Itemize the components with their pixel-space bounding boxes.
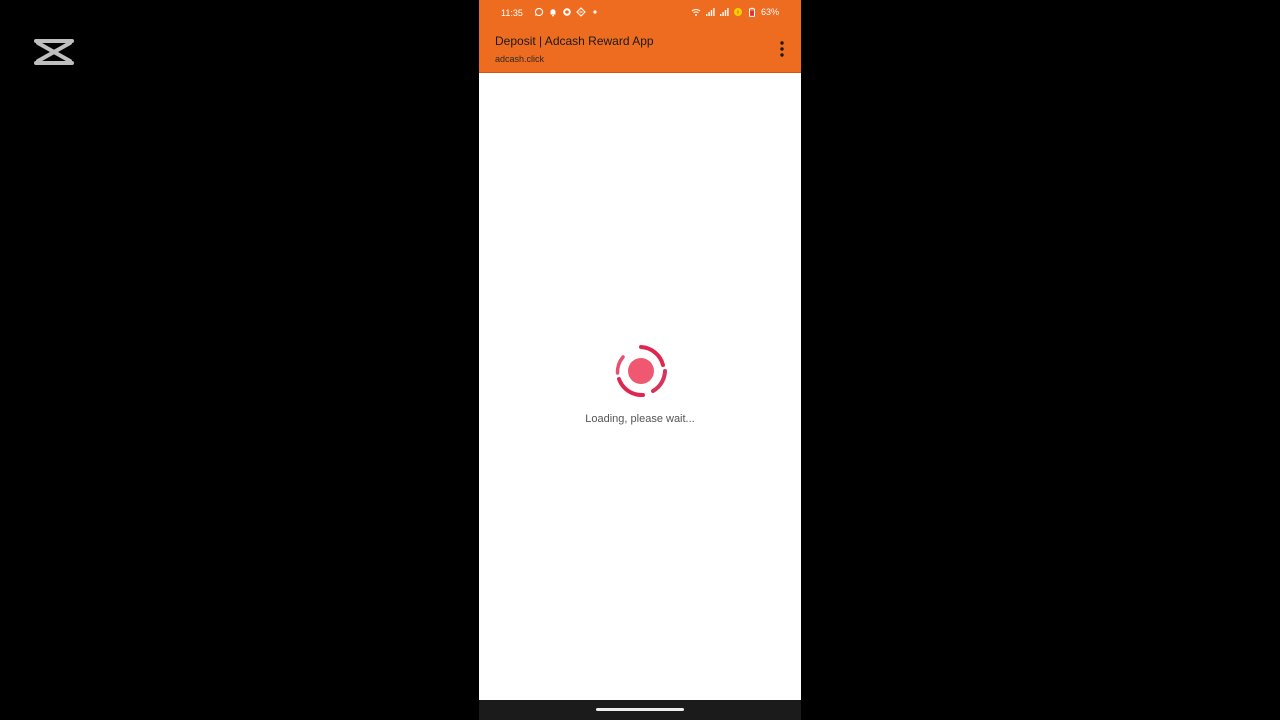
notification-icons (534, 7, 600, 17)
home-handle[interactable] (596, 708, 684, 711)
whatsapp-icon (534, 7, 544, 17)
battery-percent: 63% (760, 7, 779, 17)
signal-icon-2 (719, 8, 729, 16)
browser-toolbar: Deposit | Adcash Reward App adcash.click (479, 26, 801, 73)
dot-icon (593, 10, 597, 14)
circle-app-icon (563, 8, 571, 16)
gesture-nav-bar (479, 700, 801, 720)
loading-text: Loading, please wait... (585, 413, 695, 425)
web-content: Loading, please wait... (479, 73, 801, 700)
page-title: Deposit | Adcash Reward App (495, 34, 654, 48)
loading-spinner-icon (615, 345, 667, 398)
bell-icon (550, 9, 556, 17)
signal-icon (705, 8, 715, 16)
capcut-logo-icon (34, 39, 74, 65)
wifi-icon (691, 9, 701, 16)
more-vert-icon[interactable] (775, 38, 789, 60)
diamond-app-icon (576, 7, 586, 17)
battery-saver-icon (733, 8, 742, 16)
status-bar: 11:35 63% (479, 0, 801, 26)
page-url[interactable]: adcash.click (495, 54, 544, 64)
system-status-icons: 63% (691, 7, 779, 17)
battery-icon (748, 7, 755, 17)
phone-screen: 11:35 63% Deposit | Adcash Reward App ad… (479, 0, 801, 720)
status-time: 11:35 (501, 8, 523, 18)
